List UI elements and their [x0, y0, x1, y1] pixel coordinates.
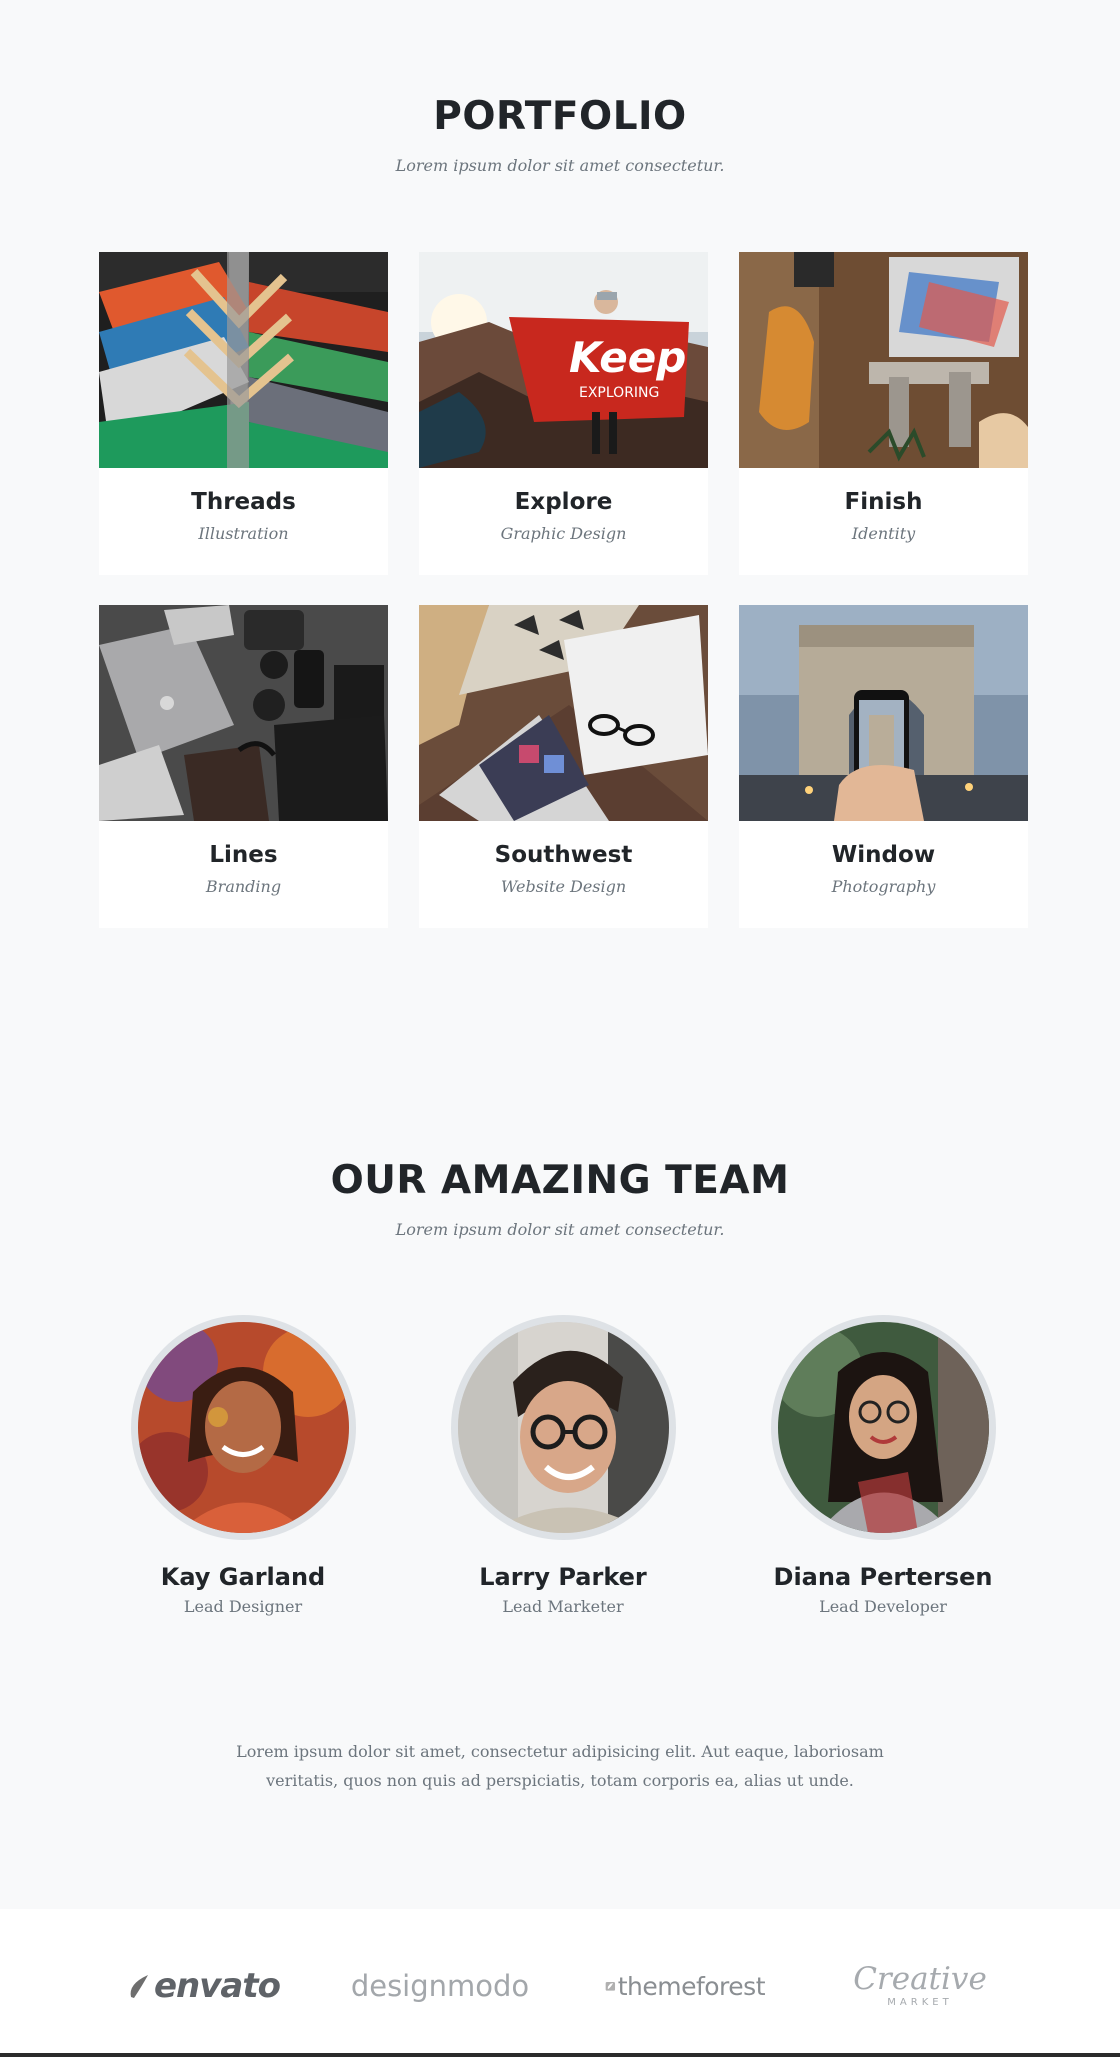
avatar-photo — [778, 1322, 989, 1533]
logo-envato-text: envato — [154, 1966, 281, 2006]
clothes-rack-image — [99, 252, 388, 468]
portfolio-item-finish[interactable]: Finish Identity — [739, 252, 1028, 575]
logo-market-text: MARKET — [887, 1997, 953, 2008]
portfolio-title: Window — [831, 842, 936, 868]
portfolio-image-window[interactable] — [739, 605, 1028, 821]
portfolio-item-threads[interactable]: Threads Illustration — [99, 252, 388, 575]
avatar-photo — [458, 1322, 669, 1533]
themeforest-leaf-icon — [605, 1981, 616, 1991]
team-heading: OUR AMAZING TEAM — [330, 1158, 790, 1203]
keep-exploring-image: Keep EXPLORING — [419, 252, 708, 468]
team-member-name: Larry Parker — [479, 1563, 647, 1591]
team-avatar-kay-garland — [131, 1315, 356, 1540]
portfolio-image-southwest[interactable] — [419, 605, 708, 821]
portfolio-title: Finish — [844, 489, 923, 515]
portfolio-item-explore[interactable]: Keep EXPLORING Explore Graphic Design — [419, 252, 708, 575]
portfolio-category: Photography — [831, 877, 936, 896]
footer-divider — [0, 2053, 1120, 2057]
team-avatar-larry-parker — [451, 1315, 676, 1540]
team-about-text: Lorem ipsum dolor sit amet, consectetur … — [236, 1742, 884, 1790]
portfolio-title: Explore — [514, 489, 613, 515]
logo-themeforest-text: themeforest — [617, 1971, 766, 2001]
portfolio-category: Identity — [851, 524, 916, 543]
arc-de-triomphe-image — [739, 605, 1028, 821]
portfolio-image-finish[interactable] — [739, 252, 1028, 468]
portfolio-title: Threads — [191, 489, 296, 515]
portfolio-category: Illustration — [198, 524, 289, 543]
team-member-name: Diana Pertersen — [773, 1563, 993, 1591]
envato-leaf-icon — [130, 1975, 148, 1998]
portfolio-item-southwest[interactable]: Southwest Website Design — [419, 605, 708, 928]
team-member-role: Lead Developer — [819, 1597, 947, 1616]
logo-designmodo[interactable]: designmodo — [351, 1961, 529, 2011]
portfolio-item-window[interactable]: Window Photography — [739, 605, 1028, 928]
portfolio-title: Southwest — [494, 842, 633, 868]
team-member-name: Kay Garland — [160, 1563, 326, 1591]
workbench-image — [739, 252, 1028, 468]
portfolio-image-explore[interactable]: Keep EXPLORING — [419, 252, 708, 468]
logo-creative-market[interactable]: Creative MARKET — [850, 1953, 990, 2019]
team-member-role: Lead Marketer — [502, 1597, 624, 1616]
logo-designmodo-text: designmodo — [350, 1969, 530, 2003]
portfolio-item-lines[interactable]: Lines Branding — [99, 605, 388, 928]
team-avatar-diana-pertersen — [771, 1315, 996, 1540]
laptop-notebook-image — [419, 605, 708, 821]
portfolio-title: Lines — [209, 842, 278, 868]
svg-text:EXPLORING: EXPLORING — [579, 385, 659, 401]
team-subheading: Lorem ipsum dolor sit amet consectetur. — [395, 1220, 725, 1239]
portfolio-heading: PORTFOLIO — [433, 94, 687, 139]
client-logos: envato designmodo themeforest Creative M… — [0, 1909, 1120, 2057]
team-member-role: Lead Designer — [183, 1597, 303, 1616]
portfolio-image-threads[interactable] — [99, 252, 388, 468]
desk-gadgets-image — [99, 605, 388, 821]
portfolio-category: Branding — [205, 877, 282, 896]
portfolio-category: Website Design — [500, 877, 627, 896]
portfolio-image-lines[interactable] — [99, 605, 388, 821]
logo-themeforest[interactable]: themeforest — [605, 1961, 766, 2011]
avatar-photo — [138, 1322, 349, 1533]
logo-creative-text: Creative — [853, 1961, 987, 1997]
logo-envato[interactable]: envato — [124, 1961, 284, 2011]
portfolio-grid: Threads Illustration Keep EXPLORING Expl… — [99, 252, 1028, 928]
svg-text:Keep: Keep — [569, 333, 686, 382]
portfolio-subheading: Lorem ipsum dolor sit amet consectetur. — [395, 156, 725, 175]
portfolio-category: Graphic Design — [500, 524, 627, 543]
